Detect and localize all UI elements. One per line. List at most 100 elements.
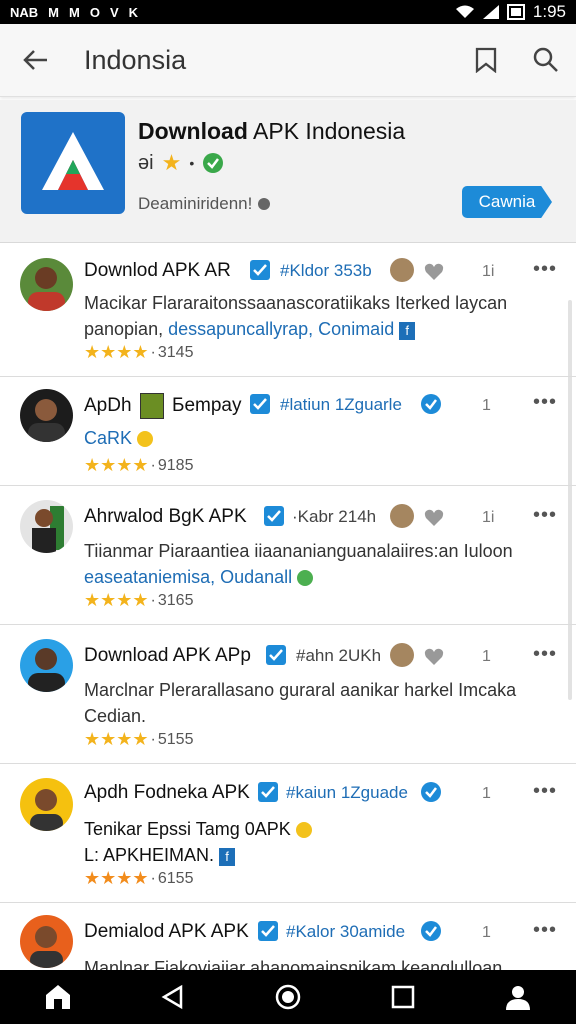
more-options-button[interactable]: •••: [533, 643, 557, 666]
list-item[interactable]: Downlod APK AR #Kldor 353b 1i ••• Macika…: [0, 244, 576, 377]
more-options-button[interactable]: •••: [533, 258, 557, 281]
item-name: ApDh: [84, 395, 132, 416]
app-rating: ǝi ★ •: [138, 150, 224, 176]
avatar: [20, 258, 73, 311]
verified-icon: [258, 782, 278, 802]
notification-icon: K: [128, 4, 139, 20]
list-item[interactable]: Ahrwalod BgK APK ·Kabr 214h 1i ••• Tiian…: [0, 486, 576, 625]
thumbnail-icon: [390, 504, 414, 528]
home-circle-button[interactable]: [263, 972, 313, 1022]
home-nav-button[interactable]: [33, 972, 83, 1022]
item-name: Demialod APK APK: [84, 921, 249, 942]
rating-dot: ·: [150, 456, 156, 474]
info-icon: [258, 198, 271, 210]
item-description: Tiianmar Piaraantiea iiaananianguanalaii…: [84, 538, 544, 590]
notification-icon: NAB: [10, 4, 39, 20]
notification-icon: O: [89, 4, 100, 20]
item-name-part-2: Бempay: [172, 395, 242, 416]
item-count: 1i: [482, 263, 495, 280]
item-meta: #Kldor 353b: [280, 261, 372, 280]
notification-icon: M: [48, 4, 60, 20]
star-icon: ★★★★: [84, 590, 149, 610]
notification-icons: NAB M M O V K: [10, 5, 138, 20]
star-icon: ★★★★: [84, 455, 149, 475]
more-options-button[interactable]: •••: [533, 391, 557, 414]
item-name: Ahrwalod BgK APK: [84, 506, 247, 527]
rating-count: 3165: [157, 591, 194, 609]
facebook-icon: f: [399, 322, 416, 340]
search-button[interactable]: [516, 24, 576, 96]
item-count: 1i: [482, 509, 495, 526]
item-name: Downlod APK AR: [84, 260, 231, 281]
heart-icon[interactable]: [424, 508, 444, 528]
square-recents-icon: [391, 985, 415, 1009]
list-item[interactable]: Download APK APp #ahn 2UKh 1 ••• Marclna…: [0, 625, 576, 764]
list-item[interactable]: Apdh Fodneka APK #kaiun 1Zguade 1 ••• Te…: [0, 764, 576, 903]
list-item[interactable]: ApDh Бempay #latiun 1Zguarle 1 ••• CaRK …: [0, 377, 576, 486]
description-line: Marclnar Plerarallasano guraral aanikar …: [84, 680, 517, 700]
avatar-person-icon: [28, 267, 65, 311]
triangle-back-icon: [161, 984, 183, 1010]
item-meta: ·Kabr 214h: [292, 507, 377, 526]
description-link[interactable]: CaRK: [84, 428, 132, 448]
verified-badge-icon: [203, 153, 224, 173]
verified-icon: [250, 394, 270, 414]
item-count: 1: [482, 397, 491, 414]
app-logo: [21, 112, 125, 214]
verified-icon: [258, 921, 278, 941]
list-item[interactable]: Demialod APK APK #Kalor 30amide 1 ••• Ma…: [0, 903, 576, 978]
rating-count: 5155: [157, 730, 194, 748]
avatar: [20, 778, 73, 831]
more-options-button[interactable]: •••: [533, 780, 557, 803]
verified-badge-icon: [421, 782, 441, 802]
status-bar: NAB M M O V K 1:95: [0, 0, 576, 24]
item-count: 1: [482, 924, 491, 941]
item-rating: ★★★★ · 5155: [84, 729, 193, 750]
bookmark-button[interactable]: [456, 24, 516, 96]
item-description: CaRK: [84, 425, 544, 451]
item-meta: #kaiun 1Zguade: [286, 783, 408, 802]
circle-home-icon: [275, 984, 301, 1010]
flag-icon: [140, 393, 164, 419]
page-title: Indonsia: [84, 44, 187, 75]
heart-icon[interactable]: [424, 647, 444, 667]
item-meta: #Kalor 30amide: [286, 922, 406, 941]
app-name-bold: Download: [138, 118, 248, 144]
item-count: 1: [482, 648, 491, 665]
avatar: [20, 389, 73, 442]
description-line: Macikar Flararaitonssaanascoratiikaks It…: [84, 293, 508, 313]
thumbnail-icon: [390, 643, 414, 667]
wifi-icon: [455, 5, 474, 18]
verified-icon: [266, 645, 286, 665]
more-options-button[interactable]: •••: [533, 504, 557, 527]
battery-icon: [506, 4, 525, 20]
search-icon: [533, 47, 558, 72]
description-text: panopian,: [84, 319, 169, 339]
rating-dot: ·: [150, 869, 156, 887]
item-description: Marclnar Plerarallasano guraral aanikar …: [84, 677, 544, 729]
recents-nav-button[interactable]: [378, 972, 428, 1022]
facebook-icon: f: [219, 848, 236, 866]
description-link[interactable]: dessapuncallyrap, Conimaid: [168, 319, 394, 339]
install-button[interactable]: Cawnia: [462, 186, 552, 218]
back-nav-button[interactable]: [148, 972, 198, 1022]
back-button[interactable]: [0, 24, 70, 96]
rating-count: 3145: [157, 343, 194, 361]
item-rating: ★★★★ · 3165: [84, 590, 193, 611]
star-icon: ★★★★: [84, 729, 149, 749]
description-line: Tenikar Epssi Tamg 0APK: [84, 816, 544, 842]
item-rating: ★★★★ · 6155: [84, 868, 193, 889]
profile-nav-button[interactable]: [493, 972, 543, 1022]
description-line: CaRK: [84, 425, 544, 451]
item-description: Macikar Flararaitonssaanascoratiikaks It…: [84, 290, 544, 342]
more-options-button[interactable]: •••: [533, 919, 557, 942]
description-link[interactable]: easeataniemisa, Oudanall: [84, 567, 292, 587]
app-bar: Indonsia: [0, 24, 576, 97]
description-text: L: APKHEIMAN.: [84, 845, 215, 865]
navigation-bar: [0, 970, 576, 1024]
heart-icon[interactable]: [424, 262, 444, 282]
star-icon: ★★★★: [84, 342, 149, 362]
notification-icon: M: [69, 4, 80, 20]
rating-dot: ·: [150, 343, 156, 361]
item-name: Download APK APp: [84, 645, 251, 666]
